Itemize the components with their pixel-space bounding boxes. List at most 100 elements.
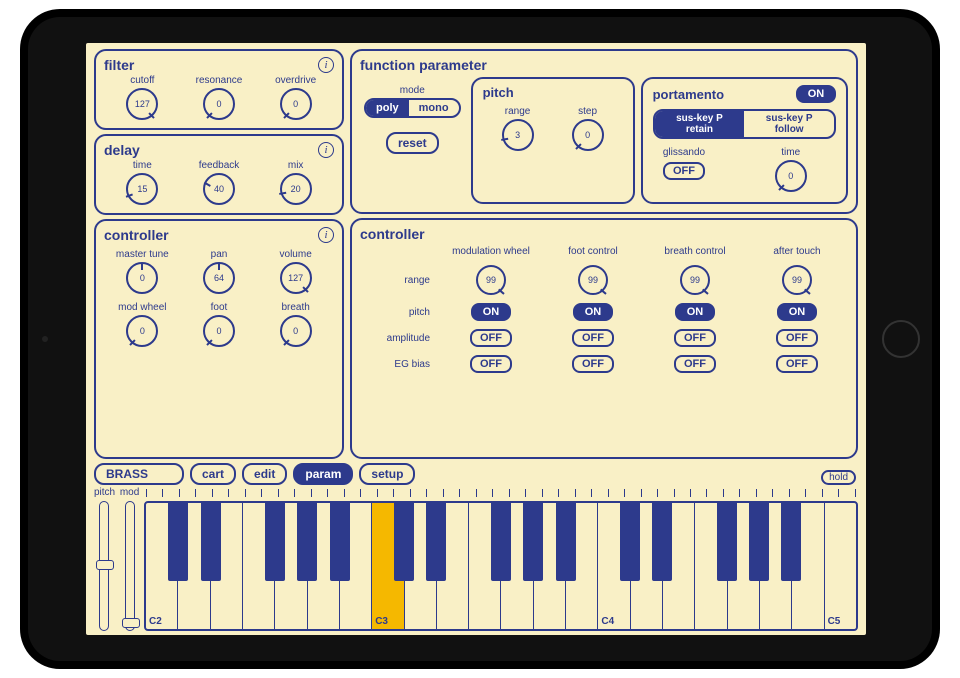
pitch-step-label: step [578, 106, 597, 117]
ctrl-range-knob-3[interactable]: 99 [782, 265, 812, 295]
keyboard[interactable]: C2 C3 C4 C5 [144, 501, 858, 631]
ctrl-amplitude-toggle-1[interactable]: OFF [572, 329, 614, 347]
keyboard-ticks [144, 489, 858, 501]
ctrlL2-2-knob[interactable]: 0 [280, 315, 312, 347]
pitch-range-knob[interactable]: 3 [502, 119, 534, 151]
portamento-toggle[interactable]: ON [796, 85, 836, 103]
white-key-21[interactable]: C5 [825, 503, 856, 629]
delay-2-label: mix [288, 160, 304, 171]
filter-1-label: resonance [196, 75, 243, 86]
white-key-2[interactable] [211, 503, 243, 629]
filter-1-knob[interactable]: 0 [203, 88, 235, 120]
ctrlL1-0-knob[interactable]: 0 [126, 262, 158, 294]
white-key-12[interactable] [534, 503, 566, 629]
ctrl-egbias-toggle-0[interactable]: OFF [470, 355, 512, 373]
white-key-18[interactable] [728, 503, 760, 629]
mode-segment[interactable]: poly mono [364, 98, 461, 118]
ctrl-amplitude-toggle-3[interactable]: OFF [776, 329, 818, 347]
ctrlL2-1-knob[interactable]: 0 [203, 315, 235, 347]
portamento-follow[interactable]: sus-key P follow [744, 111, 834, 137]
ctrl-col-header: modulation wheel [440, 246, 542, 257]
filter-0-label: cutoff [130, 75, 154, 86]
function-panel: function parameter mode poly mono reset … [350, 49, 858, 214]
white-key-15[interactable] [631, 503, 663, 629]
white-key-1[interactable] [178, 503, 210, 629]
ctrlL1-1-knob[interactable]: 64 [203, 262, 235, 294]
ctrl-range-knob-0[interactable]: 99 [476, 265, 506, 295]
tablet-bezel: filter i cutoff 127 resonance 0 overdriv… [28, 17, 932, 661]
mode-label: mode [364, 85, 461, 96]
nav-param[interactable]: param [293, 463, 353, 485]
mod-wheel-label: mod [119, 487, 140, 499]
portamento-title: portamento [653, 87, 725, 102]
ctrl-egbias-toggle-2[interactable]: OFF [674, 355, 716, 373]
ctrl-range-knob-2[interactable]: 99 [680, 265, 710, 295]
delay-panel: delay i time 15 feedback 40 mix 20 [94, 134, 344, 215]
ctrl-pitch-toggle-2[interactable]: ON [675, 303, 715, 321]
white-key-10[interactable] [469, 503, 501, 629]
reset-button[interactable]: reset [386, 132, 439, 154]
delay-0-knob[interactable]: 15 [126, 173, 158, 205]
controller-right-title: controller [360, 226, 848, 242]
filter-panel: filter i cutoff 127 resonance 0 overdriv… [94, 49, 344, 130]
portamento-panel: portamento ON sus-key P retain sus-key P… [641, 77, 848, 204]
ctrl-row-amplitude: amplitude [360, 333, 440, 344]
portamento-time-knob[interactable]: 0 [775, 160, 807, 192]
white-key-9[interactable] [437, 503, 469, 629]
white-key-4[interactable] [275, 503, 307, 629]
ctrlL1-0-label: master tune [116, 249, 169, 260]
ctrl-amplitude-toggle-0[interactable]: OFF [470, 329, 512, 347]
white-key-8[interactable] [405, 503, 437, 629]
white-key-20[interactable] [792, 503, 824, 629]
ctrlL2-1-label: foot [211, 302, 228, 313]
white-key-7[interactable]: C3 [372, 503, 404, 629]
controller-right-panel: controller modulation wheelfoot controlb… [350, 218, 858, 459]
nav-bar: BRASS cart edit param setup ▼ ▲ [94, 463, 858, 485]
info-icon[interactable]: i [318, 227, 334, 243]
ctrl-amplitude-toggle-2[interactable]: OFF [674, 329, 716, 347]
info-icon[interactable]: i [318, 142, 334, 158]
white-key-6[interactable] [340, 503, 372, 629]
delay-2-knob[interactable]: 20 [280, 173, 312, 205]
white-key-19[interactable] [760, 503, 792, 629]
delay-1-knob[interactable]: 40 [203, 173, 235, 205]
portamento-retain[interactable]: sus-key P retain [655, 111, 745, 137]
ctrl-row-egbias: EG bias [360, 359, 440, 370]
ctrlL2-0-knob[interactable]: 0 [126, 315, 158, 347]
white-key-13[interactable] [566, 503, 598, 629]
white-key-0[interactable]: C2 [146, 503, 178, 629]
nav-cart[interactable]: cart [190, 463, 236, 485]
patch-name[interactable]: BRASS [94, 463, 184, 485]
pitch-title: pitch [483, 85, 623, 100]
ctrlL1-1-label: pan [211, 249, 228, 260]
ctrlL1-2-knob[interactable]: 127 [280, 262, 312, 294]
ctrl-pitch-toggle-1[interactable]: ON [573, 303, 613, 321]
mode-mono[interactable]: mono [409, 100, 459, 116]
white-key-16[interactable] [663, 503, 695, 629]
filter-2-knob[interactable]: 0 [280, 88, 312, 120]
ctrl-egbias-toggle-1[interactable]: OFF [572, 355, 614, 373]
white-key-11[interactable] [501, 503, 533, 629]
filter-0-knob[interactable]: 127 [126, 88, 158, 120]
ctrl-pitch-toggle-3[interactable]: ON [777, 303, 817, 321]
mode-poly[interactable]: poly [366, 100, 409, 116]
nav-edit[interactable]: edit [242, 463, 287, 485]
glissando-toggle[interactable]: OFF [663, 162, 705, 180]
white-key-14[interactable]: C4 [598, 503, 630, 629]
pitch-wheel[interactable] [99, 501, 109, 631]
white-key-5[interactable] [308, 503, 340, 629]
pitch-wheel-label: pitch [94, 487, 115, 499]
nav-setup[interactable]: setup [359, 463, 415, 485]
info-icon[interactable]: i [318, 57, 334, 73]
white-key-17[interactable] [695, 503, 727, 629]
portamento-mode-segment[interactable]: sus-key P retain sus-key P follow [653, 109, 836, 139]
ctrl-range-knob-1[interactable]: 99 [578, 265, 608, 295]
ctrl-egbias-toggle-3[interactable]: OFF [776, 355, 818, 373]
hold-button[interactable]: hold [821, 470, 856, 485]
mod-wheel[interactable] [125, 501, 135, 631]
ctrl-pitch-toggle-0[interactable]: ON [471, 303, 511, 321]
pitch-step-knob[interactable]: 0 [572, 119, 604, 151]
white-key-3[interactable] [243, 503, 275, 629]
delay-title: delay [104, 142, 334, 158]
portamento-time-label: time [781, 147, 800, 158]
